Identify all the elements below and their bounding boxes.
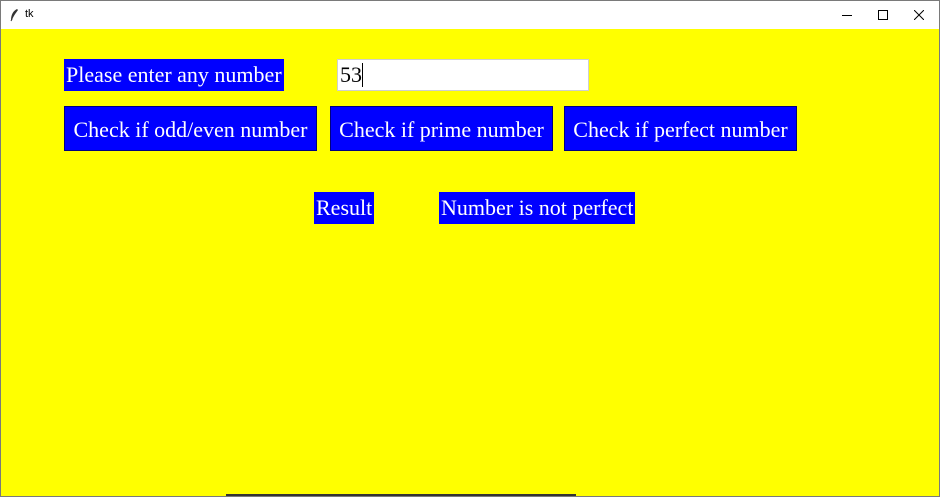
app-window: tk Please enter any number 53 Check if o… [0, 0, 940, 497]
main-panel: Please enter any number 53 Check if odd/… [1, 29, 939, 496]
minimize-button[interactable] [829, 1, 865, 29]
close-icon [914, 10, 924, 20]
result-value: Number is not perfect [439, 192, 636, 224]
feather-icon [10, 9, 18, 22]
close-button[interactable] [901, 1, 937, 29]
check-odd-even-button[interactable]: Check if odd/even number [64, 106, 317, 151]
window-title: tk [25, 8, 34, 20]
maximize-button[interactable] [865, 1, 901, 29]
check-prime-button[interactable]: Check if prime number [330, 106, 553, 151]
title-bar[interactable]: tk [1, 1, 939, 29]
text-caret [362, 63, 363, 87]
minimize-icon [842, 15, 852, 16]
result-label: Result [314, 192, 375, 224]
maximize-icon [878, 10, 888, 20]
clipped-widget-edge [226, 494, 576, 496]
check-perfect-button[interactable]: Check if perfect number [564, 106, 797, 151]
number-input[interactable]: 53 [337, 59, 589, 91]
number-input-value: 53 [340, 62, 362, 87]
prompt-label: Please enter any number [64, 59, 284, 91]
